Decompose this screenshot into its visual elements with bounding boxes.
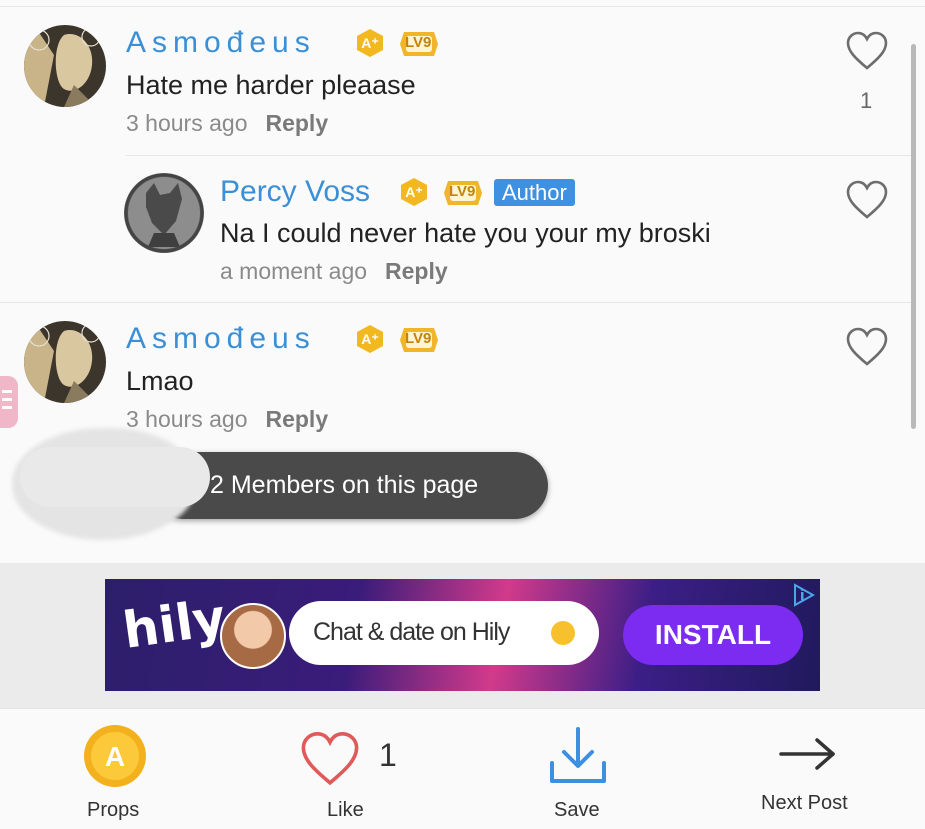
redaction-blob bbox=[20, 447, 210, 507]
members-count-text: 2 Members on this page bbox=[210, 471, 479, 499]
comment-time: 3 hours ago bbox=[126, 110, 248, 136]
comment-reply: Percy Voss A⁺ LV9 Author Na I could neve… bbox=[0, 156, 925, 302]
props-button[interactable]: A Props bbox=[60, 709, 170, 829]
level-badge: LV9 bbox=[400, 30, 438, 58]
comment-text: Na I could never hate you your my broski bbox=[220, 218, 711, 248]
author-tag-badge: Author bbox=[494, 179, 575, 206]
comment-text: Hate me harder pleaase bbox=[126, 70, 416, 100]
arrow-right-icon bbox=[779, 738, 835, 770]
like-label: Like bbox=[327, 799, 364, 821]
ad-install-button[interactable]: INSTALL bbox=[623, 605, 803, 665]
level-badge: LV9 bbox=[400, 326, 438, 354]
heart-icon[interactable] bbox=[845, 327, 889, 367]
comment: Asmođeus A⁺ LV9 Hate me harder pleaase 3… bbox=[0, 0, 925, 155]
ad-brand-logo: hily bbox=[119, 588, 230, 660]
avatar[interactable] bbox=[24, 321, 106, 403]
comment-time: 3 hours ago bbox=[126, 406, 248, 432]
comment-text: Lmao bbox=[126, 366, 194, 396]
side-menu-handle-icon[interactable] bbox=[0, 376, 18, 428]
comment-meta: a moment ago Reply bbox=[220, 258, 448, 285]
svg-text:A⁺: A⁺ bbox=[361, 331, 379, 347]
heart-icon[interactable] bbox=[845, 180, 889, 220]
like-count: 1 bbox=[860, 88, 873, 113]
like-count: 1 bbox=[379, 737, 397, 773]
reply-button[interactable]: Reply bbox=[265, 110, 328, 136]
save-button[interactable]: Save bbox=[540, 709, 620, 829]
scrollbar[interactable] bbox=[911, 44, 916, 429]
reply-button[interactable]: Reply bbox=[385, 258, 448, 284]
save-label: Save bbox=[554, 799, 600, 821]
comment-meta: 3 hours ago Reply bbox=[126, 406, 328, 433]
members-online-pill[interactable]: 2 Members on this page bbox=[150, 452, 548, 519]
author-name[interactable]: Percy Voss bbox=[220, 175, 370, 209]
svg-text:A⁺: A⁺ bbox=[405, 184, 423, 200]
props-coin-icon: A bbox=[84, 725, 146, 787]
ad-chat-text: Chat & date on Hily bbox=[313, 618, 510, 646]
bottom-action-bar: A Props 1 Like Save Next Post bbox=[0, 708, 925, 829]
ad-choices-icon[interactable] bbox=[791, 583, 815, 607]
heart-eyes-emoji-icon bbox=[551, 621, 575, 645]
svg-text:A: A bbox=[105, 741, 125, 772]
author-name[interactable]: Asmođeus bbox=[126, 26, 316, 60]
svg-text:A⁺: A⁺ bbox=[361, 35, 379, 51]
comment-time: a moment ago bbox=[220, 258, 368, 284]
avatar[interactable] bbox=[24, 25, 106, 107]
amino-plus-badge-icon: A⁺ bbox=[401, 178, 427, 206]
level-badge: LV9 bbox=[444, 179, 482, 207]
reply-button[interactable]: Reply bbox=[265, 406, 328, 432]
next-post-button[interactable]: Next Post bbox=[755, 709, 875, 829]
download-icon bbox=[550, 727, 606, 783]
ad-chat-bubble: Chat & date on Hily bbox=[289, 601, 599, 665]
heart-icon[interactable] bbox=[845, 31, 889, 71]
props-label: Props bbox=[87, 799, 140, 821]
ad-face-image bbox=[220, 603, 286, 669]
comment-meta: 3 hours ago Reply bbox=[126, 110, 328, 137]
next-post-label: Next Post bbox=[761, 792, 848, 814]
like-button[interactable]: 1 Like bbox=[295, 709, 415, 829]
author-name[interactable]: Asmođeus bbox=[126, 322, 316, 356]
amino-plus-badge-icon: A⁺ bbox=[357, 325, 383, 353]
ad-banner[interactable]: hily Chat & date on Hily INSTALL bbox=[105, 579, 820, 691]
comment: Asmođeus A⁺ LV9 Lmao 3 hours ago Reply bbox=[0, 303, 925, 443]
amino-plus-badge-icon: A⁺ bbox=[357, 29, 383, 57]
heart-icon bbox=[301, 731, 359, 786]
avatar[interactable] bbox=[124, 173, 204, 253]
